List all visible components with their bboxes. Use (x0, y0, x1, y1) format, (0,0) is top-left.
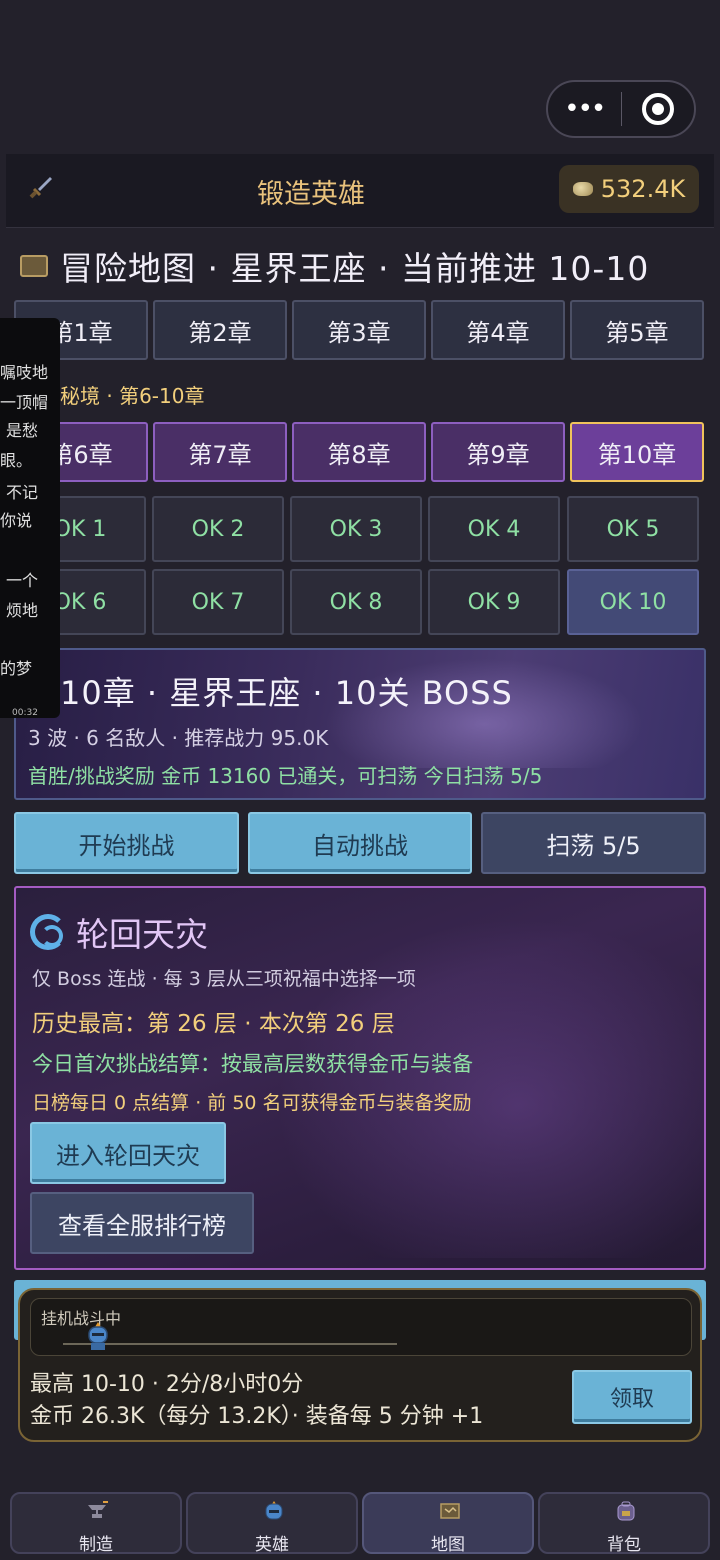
reincarnation-description: 仅 Boss 连战 · 每 3 层从三项祝福中选择一项 (32, 968, 416, 990)
boss-info: 3 波 · 6 名敌人 · 推荐战力 95.0K (28, 726, 329, 750)
idle-income-text: 金币 26.3K（每分 13.2K）· 装备每 5 分钟 +1 (30, 1404, 484, 1429)
nav-label-map: 地图 (431, 1535, 465, 1555)
panel-text-line: 眼。 (0, 451, 33, 470)
floating-text-panel[interactable]: 嘱吱地 一顶帽 是愁 眼。 不记 你说 一个 烦地 的梦 00:32 (0, 318, 60, 718)
nav-tab-bag[interactable]: 背包 (538, 1492, 710, 1555)
knight-icon (88, 1322, 108, 1350)
reincarnation-title: 轮回天灾 (76, 915, 208, 954)
idle-progress-text: 最高 10-10 · 2分/8小时0分 (30, 1372, 304, 1397)
view-leaderboard-button[interactable]: 查看全服排行榜 (30, 1192, 254, 1254)
start-challenge-button[interactable]: 开始挑战 (14, 812, 239, 874)
map-scroll-icon (440, 1503, 460, 1519)
nav-tab-map[interactable]: 地图 (362, 1492, 534, 1555)
chapter-tab-2[interactable]: 第2章 (153, 300, 287, 360)
chapter-tab-4[interactable]: 第4章 (431, 300, 565, 360)
panel-text-line: 你说 (0, 511, 33, 530)
reincarnation-rank-note: 日榜每日 0 点结算 · 前 50 名可获得金币与装备奖励 (32, 1092, 472, 1114)
sweep-button[interactable]: 扫荡 5/5 (481, 812, 706, 874)
nav-label-bag: 背包 (607, 1535, 641, 1555)
app-header: 锻造英雄 532.4K (6, 154, 714, 228)
boss-reward: 首胜/挑战奖励 金币 13160 已通关，可扫荡 今日扫荡 5/5 (28, 764, 543, 788)
stage-button-5[interactable]: OK 5 (567, 496, 699, 562)
region-label: 秘境 · 第6-10章 (60, 384, 205, 408)
nav-tab-craft[interactable]: 制造 (10, 1492, 182, 1555)
stage-button-9[interactable]: OK 9 (428, 569, 560, 635)
helmet-icon (265, 1501, 283, 1520)
anvil-icon (88, 1501, 108, 1518)
panel-text-line: 一个 (6, 571, 39, 590)
panel-text-line: 烦地 (6, 601, 39, 620)
boss-title: 10章 · 星界王座 · 10关 BOSS (60, 674, 513, 712)
miniprogram-capsule: ••• (546, 80, 696, 138)
stage-button-8[interactable]: OK 8 (290, 569, 422, 635)
panel-text-line: 是愁 (6, 421, 39, 440)
reincarnation-record: 历史最高：第 26 层 · 本次第 26 层 (32, 1011, 395, 1037)
panel-text-line: 一顶帽 (0, 393, 49, 412)
map-title-row: 冒险地图 · 星界王座 · 当前推进 10-10 (20, 242, 649, 290)
chapter-tab-8[interactable]: 第8章 (292, 422, 426, 482)
auto-challenge-button[interactable]: 自动挑战 (248, 812, 472, 874)
stage-button-3[interactable]: OK 3 (290, 496, 422, 562)
nav-label-hero: 英雄 (255, 1535, 289, 1555)
idle-battle-panel: 挂机战斗中 最高 10-10 · 2分/8小时0分 金币 26.3K（每分 13… (18, 1288, 702, 1442)
idle-battle-track (63, 1343, 397, 1345)
chapter-tab-3[interactable]: 第3章 (292, 300, 426, 360)
backpack-icon (617, 1501, 635, 1521)
more-icon[interactable]: ••• (548, 80, 621, 138)
nav-label-craft: 制造 (79, 1535, 113, 1555)
gold-coin-icon (572, 182, 593, 196)
gold-amount: 532.4K (600, 175, 686, 203)
map-scroll-icon (20, 255, 48, 277)
map-title: 冒险地图 · 星界王座 · 当前推进 10-10 (60, 249, 650, 288)
panel-timestamp: 00:32 (12, 708, 38, 718)
stage-button-2[interactable]: OK 2 (152, 496, 284, 562)
app-title: 锻造英雄 (257, 179, 365, 210)
close-miniprogram-icon[interactable] (622, 93, 695, 125)
chapter-tab-9[interactable]: 第9章 (431, 422, 565, 482)
stage-button-10[interactable]: OK 10 (567, 569, 699, 635)
chapter-tab-7[interactable]: 第7章 (153, 422, 287, 482)
chapter-tab-10[interactable]: 第10章 (570, 422, 704, 482)
enter-reincarnation-button[interactable]: 进入轮回天灾 (30, 1122, 226, 1184)
gold-balance: 532.4K (559, 165, 699, 213)
chapter-tab-5[interactable]: 第5章 (570, 300, 704, 360)
reincarnation-title-row: 轮回天灾 (30, 908, 208, 956)
panel-text-line: 不记 (6, 483, 39, 502)
panel-text-line: 嘱吱地 (0, 363, 49, 382)
boss-card: 10章 · 星界王座 · 10关 BOSS 3 波 · 6 名敌人 · 推荐战力… (14, 648, 706, 800)
stage-button-4[interactable]: OK 4 (428, 496, 560, 562)
claim-button[interactable]: 领取 (572, 1370, 692, 1424)
vortex-icon (30, 914, 66, 950)
nav-tab-hero[interactable]: 英雄 (186, 1492, 358, 1555)
reincarnation-daily-note: 今日首次挑战结算：按最高层数获得金币与装备 (32, 1052, 473, 1076)
reincarnation-card: 轮回天灾 仅 Boss 连战 · 每 3 层从三项祝福中选择一项 历史最高：第 … (14, 886, 706, 1270)
idle-battle-status-bar: 挂机战斗中 (30, 1298, 692, 1356)
panel-text-line: 的梦 (0, 659, 33, 678)
stage-button-7[interactable]: OK 7 (152, 569, 284, 635)
